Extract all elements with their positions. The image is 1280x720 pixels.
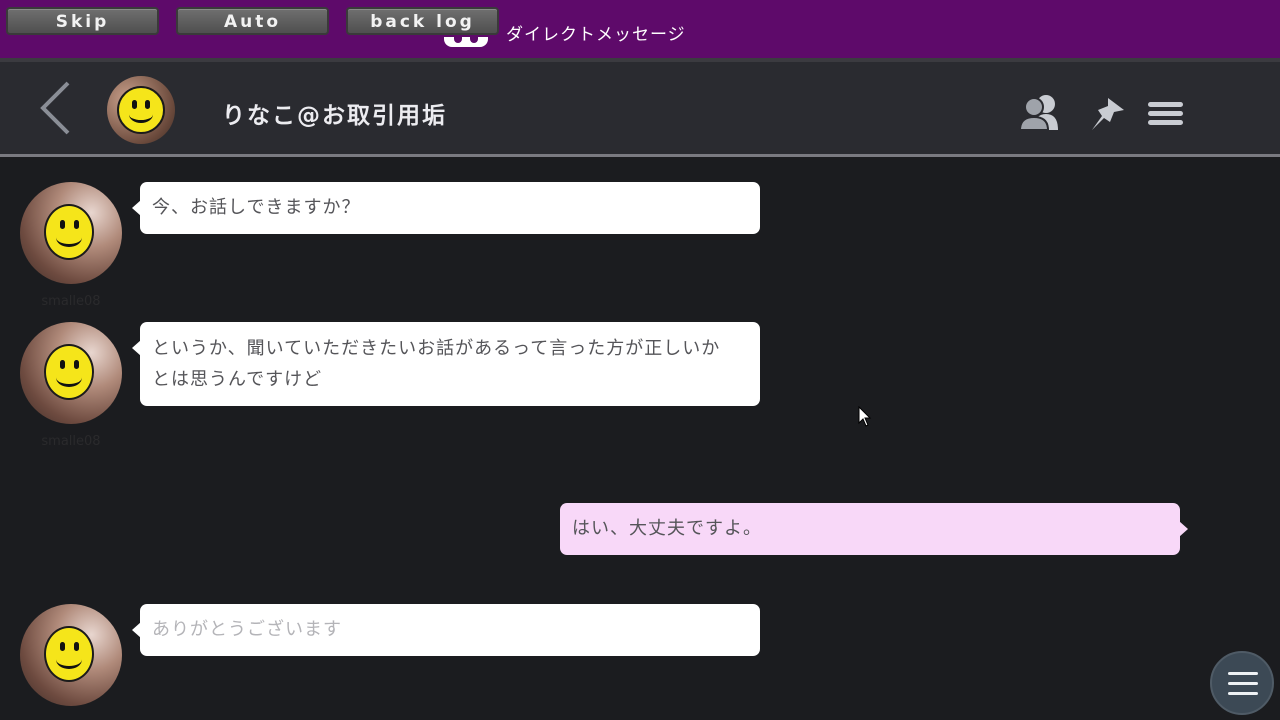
app-title: ダイレクトメッセージ xyxy=(506,25,686,45)
sender-username: smalle08 xyxy=(41,434,101,449)
message-bubble-outgoing: はい、大丈夫ですよ。 xyxy=(560,503,1188,555)
sender-avatar[interactable] xyxy=(20,182,122,284)
mouse-cursor-icon xyxy=(858,406,872,427)
floating-menu-button[interactable] xyxy=(1210,651,1274,715)
sender-avatar[interactable] xyxy=(20,604,122,706)
sender-avatar[interactable] xyxy=(20,322,122,424)
pin-icon[interactable] xyxy=(1088,96,1126,132)
message-app-icon xyxy=(444,37,488,47)
sender-username: smalle08 xyxy=(41,294,101,309)
menu-icon[interactable] xyxy=(1148,100,1184,128)
message-text: はい、大丈夫ですよ。 xyxy=(572,518,762,539)
smiley-icon xyxy=(117,86,165,134)
contact-avatar[interactable] xyxy=(107,76,175,144)
back-chevron-icon[interactable] xyxy=(38,80,72,136)
message-bubble-incoming: というか、聞いていただきたいお話があるって言った方が正しいか とは思うんですけど xyxy=(132,322,760,406)
message-text: とは思うんですけど xyxy=(152,369,323,390)
message-text: ありがとうございます xyxy=(152,619,342,640)
users-icon[interactable] xyxy=(1018,92,1062,132)
system-bar: Skip Auto back log ダイレクトメッセージ xyxy=(0,0,1280,58)
divider xyxy=(0,154,1280,157)
auto-button[interactable]: Auto xyxy=(176,7,329,35)
message-bubble-incoming: 今、お話しできますか？ xyxy=(132,182,760,234)
menu-icon xyxy=(1228,672,1258,675)
smiley-icon xyxy=(44,344,94,400)
smiley-icon xyxy=(44,626,94,682)
menu-icon-bar xyxy=(1228,692,1258,695)
contact-name: りなこ@お取引用垢 xyxy=(222,103,447,129)
message-text: というか、聞いていただきたいお話があるって言った方が正しいか xyxy=(152,338,721,359)
backlog-button[interactable]: back log xyxy=(346,7,499,35)
skip-button[interactable]: Skip xyxy=(6,7,159,35)
smiley-icon xyxy=(44,204,94,260)
message-text: 今、お話しできますか？ xyxy=(152,197,361,218)
menu-icon-bar xyxy=(1228,682,1258,685)
message-bubble-incoming: ありがとうございます xyxy=(132,604,760,656)
